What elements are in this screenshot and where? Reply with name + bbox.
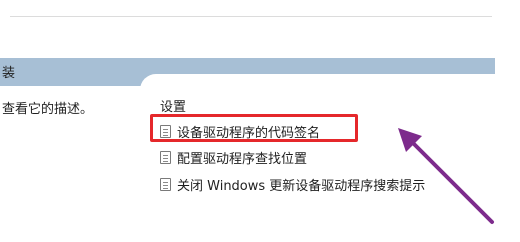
- pointer-arrow-icon: [398, 128, 494, 224]
